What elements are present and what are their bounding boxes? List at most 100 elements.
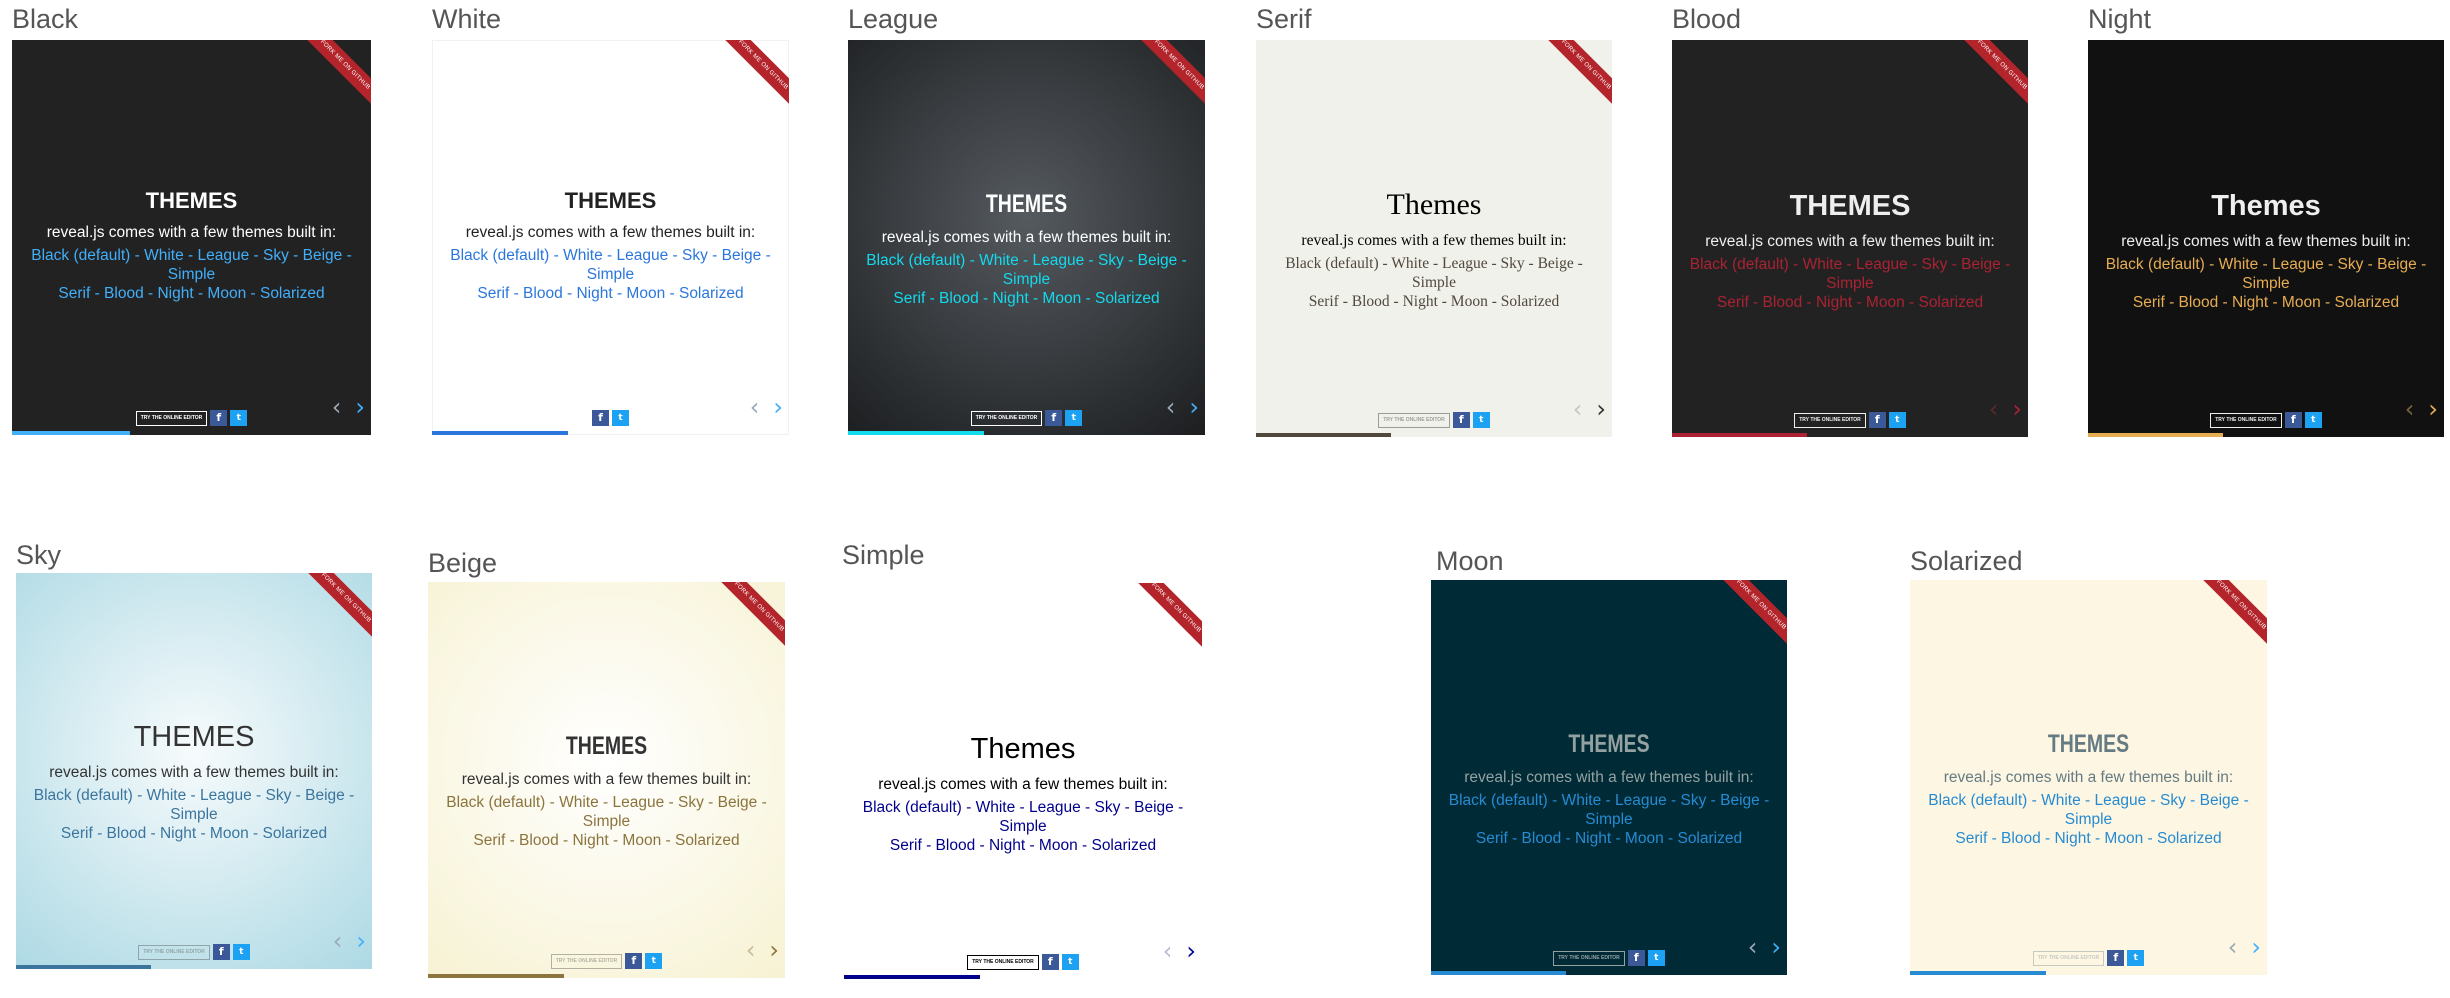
facebook-icon[interactable]: f bbox=[1627, 950, 1645, 966]
theme-links-line1[interactable]: Black (default) - White - League - Sky -… bbox=[428, 793, 785, 831]
theme-links-line1-end[interactable]: Simple bbox=[2088, 274, 2444, 293]
theme-links-line1[interactable]: Black (default) - White - League - Sky -… bbox=[1256, 254, 1612, 292]
fork-ribbon[interactable]: FORK ME ON GITHUB bbox=[1537, 40, 1612, 114]
theme-preview-beige[interactable]: FORK ME ON GITHUB THEMES reveal.js comes w… bbox=[428, 582, 785, 978]
chevron-right-icon[interactable]: › bbox=[356, 929, 366, 953]
fork-ribbon[interactable]: FORK ME ON GITHUB bbox=[297, 573, 372, 647]
facebook-icon[interactable]: f bbox=[625, 953, 643, 969]
theme-links-line2[interactable]: Serif - Blood - Night - Moon - Solarized bbox=[2088, 293, 2444, 312]
fork-ribbon[interactable]: FORK ME ON GITHUB bbox=[296, 40, 371, 114]
twitter-icon[interactable]: t bbox=[230, 410, 248, 426]
online-editor-button[interactable]: TRY THE ONLINE EDITOR bbox=[967, 954, 1039, 970]
theme-links-line2[interactable]: Serif - Blood - Night - Moon - Solarized bbox=[1256, 292, 1612, 311]
theme-links-line1[interactable]: Black (default) - White - League - Sky -… bbox=[432, 246, 789, 284]
theme-links-line1[interactable]: Black (default) - White - League - Sky -… bbox=[1910, 791, 2267, 829]
chevron-left-icon[interactable]: ‹ bbox=[1163, 939, 1173, 963]
chevron-right-icon[interactable]: › bbox=[1596, 397, 1606, 421]
theme-links-line2[interactable]: Serif - Blood - Night - Moon - Solarized bbox=[1910, 829, 2267, 848]
online-editor-button[interactable]: TRY THE ONLINE EDITOR bbox=[138, 944, 210, 960]
chevron-left-icon[interactable]: ‹ bbox=[1573, 397, 1583, 421]
twitter-icon[interactable]: t bbox=[645, 953, 663, 969]
facebook-icon[interactable]: f bbox=[1041, 954, 1059, 970]
chevron-left-icon[interactable]: ‹ bbox=[1748, 935, 1758, 959]
chevron-right-icon[interactable]: › bbox=[1186, 939, 1196, 963]
theme-preview-league[interactable]: FORK ME ON GITHUB THEMES reveal.js comes w… bbox=[848, 40, 1205, 435]
online-editor-button[interactable]: TRY THE ONLINE EDITOR bbox=[1553, 950, 1625, 966]
chevron-left-icon[interactable]: ‹ bbox=[750, 395, 760, 419]
twitter-icon[interactable]: t bbox=[1647, 950, 1665, 966]
twitter-icon[interactable]: t bbox=[2304, 412, 2322, 428]
twitter-icon[interactable]: t bbox=[1061, 954, 1079, 970]
online-editor-button[interactable]: TRY THE ONLINE EDITOR bbox=[1378, 412, 1450, 428]
chevron-right-icon[interactable]: › bbox=[773, 395, 783, 419]
facebook-icon[interactable]: f bbox=[212, 944, 230, 960]
chevron-left-icon[interactable]: ‹ bbox=[2228, 935, 2238, 959]
facebook-icon[interactable]: f bbox=[210, 410, 228, 426]
chevron-right-icon[interactable]: › bbox=[2251, 935, 2261, 959]
theme-preview-solarized[interactable]: FORK ME ON GITHUB THEMES reveal.js comes w… bbox=[1910, 580, 2267, 975]
theme-links-line2[interactable]: Serif - Blood - Night - Moon - Solarized bbox=[16, 824, 372, 843]
theme-preview-simple[interactable]: FORK ME ON GITHUB Themes reveal.js comes w… bbox=[844, 583, 1202, 979]
theme-links-line2[interactable]: Serif - Blood - Night - Moon - Solarized bbox=[848, 289, 1205, 308]
fork-ribbon[interactable]: FORK ME ON GITHUB bbox=[2192, 580, 2267, 654]
fork-ribbon[interactable]: FORK ME ON GITHUB bbox=[710, 582, 785, 656]
theme-links-line1-end[interactable]: Simple bbox=[16, 805, 372, 824]
chevron-left-icon[interactable]: ‹ bbox=[333, 929, 343, 953]
online-editor-button[interactable]: TRY THE ONLINE EDITOR bbox=[2032, 950, 2105, 966]
twitter-icon[interactable]: t bbox=[1888, 412, 1906, 428]
facebook-icon[interactable]: f bbox=[1868, 412, 1886, 428]
theme-preview-white[interactable]: FORK ME ON GITHUB THEMES reveal.js comes w… bbox=[432, 40, 789, 435]
theme-links-line2[interactable]: Serif - Blood - Night - Moon - Solarized bbox=[1431, 829, 1787, 848]
facebook-icon[interactable]: f bbox=[1045, 410, 1063, 426]
twitter-icon[interactable]: t bbox=[2127, 950, 2145, 966]
twitter-icon[interactable]: t bbox=[232, 944, 250, 960]
online-editor-button[interactable]: TRY THE ONLINE EDITOR bbox=[2210, 412, 2282, 428]
chevron-right-icon[interactable]: › bbox=[1189, 395, 1199, 419]
theme-links-line1[interactable]: Black (default) - White - League - Sky -… bbox=[844, 798, 1202, 836]
theme-preview-moon[interactable]: FORK ME ON GITHUB THEMES reveal.js comes w… bbox=[1431, 580, 1787, 975]
online-editor-button[interactable]: TRY THE ONLINE EDITOR bbox=[550, 953, 623, 969]
chevron-left-icon[interactable]: ‹ bbox=[2405, 397, 2415, 421]
twitter-icon[interactable]: t bbox=[612, 410, 629, 426]
theme-links-line2[interactable]: Serif - Blood - Night - Moon - Solarized bbox=[12, 284, 371, 303]
chevron-right-icon[interactable]: › bbox=[769, 938, 779, 962]
theme-links-line1[interactable]: Black (default) - White - League - Sky -… bbox=[16, 786, 372, 805]
chevron-right-icon[interactable]: › bbox=[2012, 397, 2022, 421]
chevron-left-icon[interactable]: ‹ bbox=[332, 395, 342, 419]
chevron-right-icon[interactable]: › bbox=[2428, 397, 2438, 421]
chevron-right-icon[interactable]: › bbox=[355, 395, 365, 419]
theme-preview-black[interactable]: FORK ME ON GITHUB THEMES reveal.js comes w… bbox=[12, 40, 371, 435]
fork-ribbon[interactable]: FORK ME ON GITHUB bbox=[1953, 40, 2028, 114]
theme-preview-night[interactable]: Themes reveal.js comes with a few themes … bbox=[2088, 40, 2444, 437]
slide-title: THEMES bbox=[145, 188, 238, 213]
theme-links-line1[interactable]: Black (default) - White - League - Sky -… bbox=[2088, 255, 2444, 274]
twitter-icon[interactable]: t bbox=[1472, 412, 1490, 428]
chevron-left-icon[interactable]: ‹ bbox=[746, 938, 756, 962]
theme-links-line2[interactable]: Serif - Blood - Night - Moon - Solarized bbox=[428, 831, 785, 850]
chevron-left-icon[interactable]: ‹ bbox=[1166, 395, 1176, 419]
online-editor-button[interactable]: TRY THE ONLINE EDITOR bbox=[135, 410, 208, 426]
theme-preview-sky[interactable]: FORK ME ON GITHUB THEMES reveal.js comes w… bbox=[16, 573, 372, 969]
theme-preview-serif[interactable]: FORK ME ON GITHUB Themes reveal.js comes w… bbox=[1256, 40, 1612, 437]
facebook-icon[interactable]: f bbox=[2284, 412, 2302, 428]
facebook-icon[interactable]: f bbox=[1452, 412, 1470, 428]
theme-links-line1[interactable]: Black (default) - White - League - Sky -… bbox=[12, 246, 371, 284]
theme-links-line1[interactable]: Black (default) - White - League - Sky -… bbox=[1672, 255, 2028, 293]
theme-links-line2[interactable]: Serif - Blood - Night - Moon - Solarized bbox=[432, 284, 789, 303]
facebook-icon[interactable]: f bbox=[2107, 950, 2125, 966]
fork-ribbon[interactable]: FORK ME ON GITHUB bbox=[1712, 580, 1787, 654]
theme-preview-blood[interactable]: FORK ME ON GITHUB THEMES reveal.js comes w… bbox=[1672, 40, 2028, 437]
online-editor-button[interactable]: TRY THE ONLINE EDITOR bbox=[970, 410, 1043, 426]
theme-links-line2[interactable]: Serif - Blood - Night - Moon - Solarized bbox=[844, 836, 1202, 855]
fork-ribbon[interactable]: FORK ME ON GITHUB bbox=[714, 40, 789, 114]
chevron-left-icon[interactable]: ‹ bbox=[1989, 397, 1999, 421]
fork-ribbon[interactable]: FORK ME ON GITHUB bbox=[1127, 583, 1202, 657]
theme-links-line2[interactable]: Serif - Blood - Night - Moon - Solarized bbox=[1672, 293, 2028, 312]
theme-links-line1[interactable]: Black (default) - White - League - Sky -… bbox=[848, 251, 1205, 289]
online-editor-button[interactable]: TRY THE ONLINE EDITOR bbox=[1794, 412, 1866, 428]
chevron-right-icon[interactable]: › bbox=[1771, 935, 1781, 959]
fork-ribbon[interactable]: FORK ME ON GITHUB bbox=[1130, 40, 1205, 114]
theme-links-line1[interactable]: Black (default) - White - League - Sky -… bbox=[1431, 791, 1787, 829]
facebook-icon[interactable]: f bbox=[592, 410, 609, 426]
twitter-icon[interactable]: t bbox=[1065, 410, 1083, 426]
